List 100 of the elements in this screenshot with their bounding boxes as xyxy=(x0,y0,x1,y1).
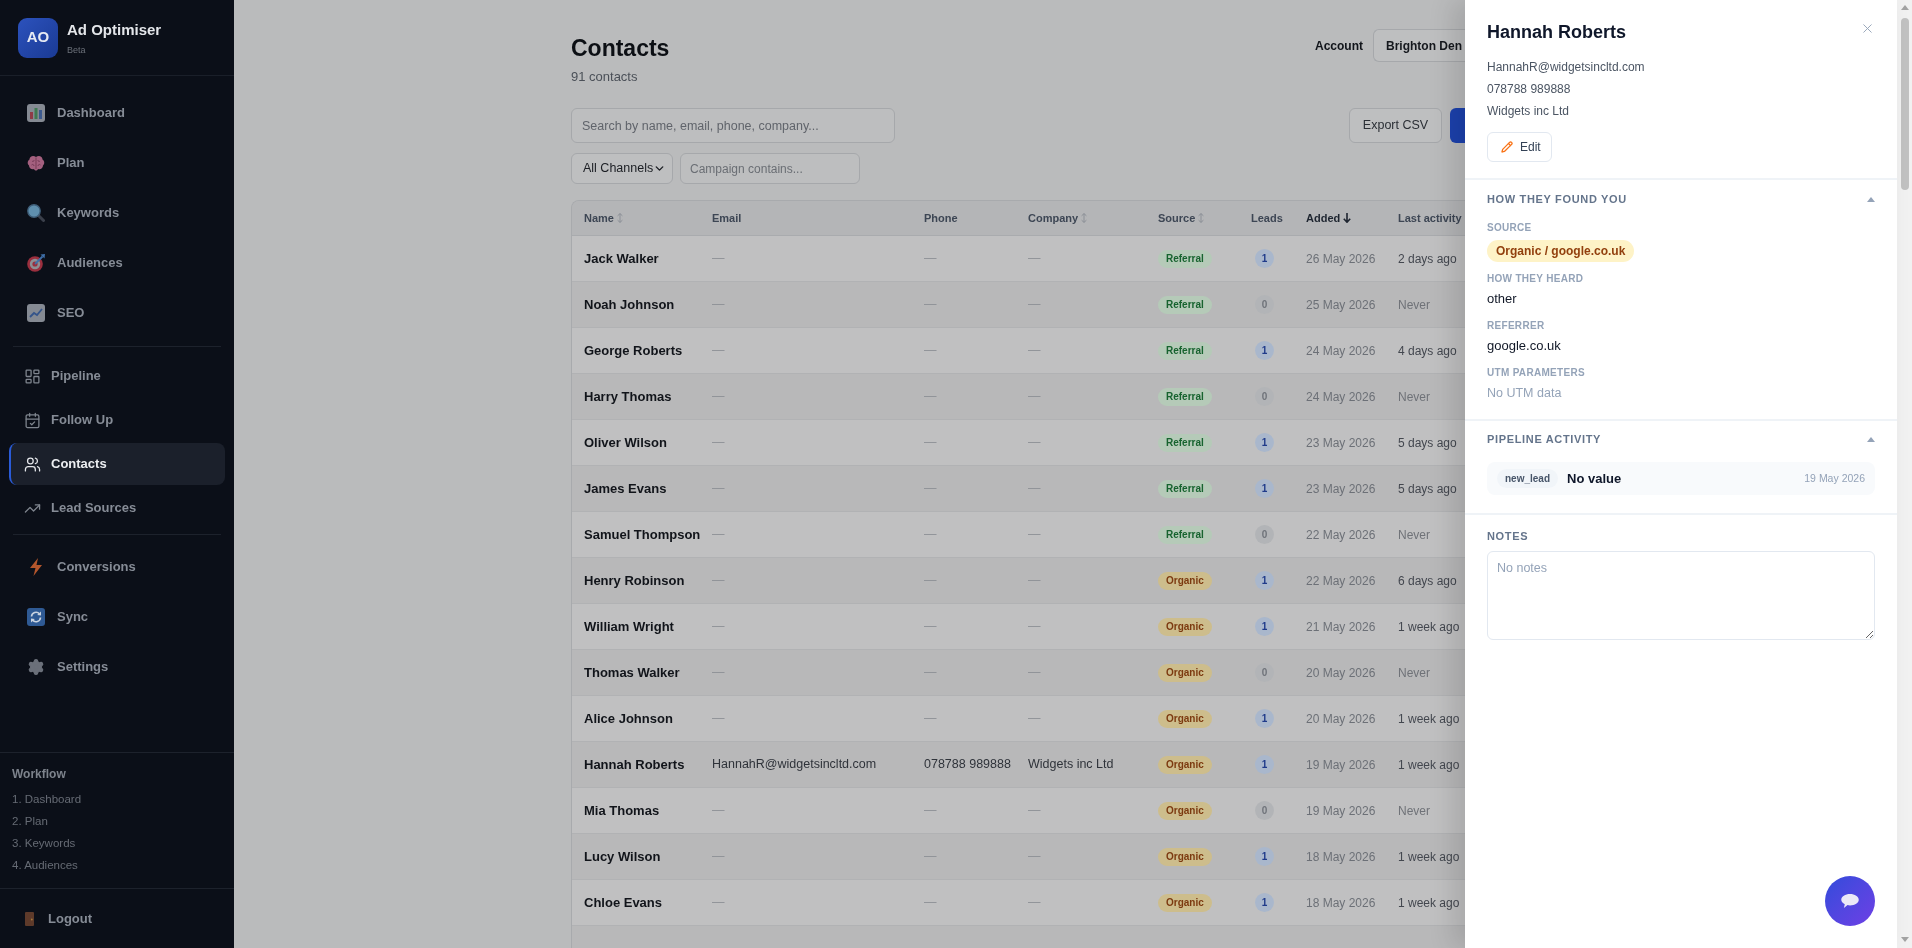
email-cell-text: — xyxy=(712,664,725,682)
phone-cell-text: — xyxy=(924,894,937,912)
table-row[interactable]: Mia Thomas — — — Organic 0 19 May 2026 Never xyxy=(572,788,1465,834)
table-row[interactable]: Oliver Wilson — — — Referral 1 23 May 2026 5 days ago xyxy=(572,420,1465,466)
company-cell-text: — xyxy=(1028,618,1041,636)
added-date: 19 May 2026 xyxy=(1306,802,1376,820)
leads-count: 1 xyxy=(1255,479,1274,498)
phone-cell-text: — xyxy=(924,664,937,682)
column-header[interactable]: Source xyxy=(1158,209,1196,227)
notes-field[interactable]: No notes xyxy=(1487,551,1875,640)
workflow-step: 4. Audiences xyxy=(12,854,78,876)
campaign-field[interactable]: Campaign contains... xyxy=(680,153,860,184)
contact-name: Henry Robinson xyxy=(584,571,685,590)
contact-title: Hannah Roberts xyxy=(1487,21,1627,44)
app-logo: AO xyxy=(18,17,58,58)
logout-button[interactable]: Logout xyxy=(9,898,103,939)
contact-name: Hannah Roberts xyxy=(584,755,685,774)
sort-down-icon[interactable] xyxy=(1343,213,1352,223)
pencil-icon xyxy=(1501,141,1513,153)
scroll-up-icon[interactable] xyxy=(1900,5,1909,10)
phone-cell-text: — xyxy=(924,250,937,268)
partial-button[interactable] xyxy=(1450,108,1465,143)
company-cell-text: Widgets inc Ltd xyxy=(1028,756,1114,774)
scrollbar-thumb[interactable] xyxy=(1900,18,1909,190)
nav-item[interactable]: Settings xyxy=(9,644,225,690)
nav-item[interactable]: Conversions xyxy=(9,544,225,590)
table-row[interactable]: George Roberts — — — Referral 1 24 May 2026 4 days ago xyxy=(572,328,1465,374)
leads-count: 1 xyxy=(1255,433,1274,452)
last-activity: 1 week ago xyxy=(1398,848,1460,866)
field-label: SOURCE xyxy=(1487,221,1532,235)
table-row[interactable]: Samuel Thompson — — — Referral 0 22 May 2026 Never xyxy=(572,512,1465,558)
page-title: Contacts xyxy=(571,34,670,63)
contact-name: George Roberts xyxy=(584,341,683,360)
nav-item[interactable]: Dashboard xyxy=(9,90,225,136)
channel-select[interactable]: All Channels xyxy=(571,153,673,184)
added-date: 23 May 2026 xyxy=(1306,480,1376,498)
brain-icon xyxy=(27,155,45,171)
source-badge: Organic xyxy=(1158,801,1212,820)
added-date: 18 May 2026 xyxy=(1306,848,1376,866)
bar-chart-icon xyxy=(27,104,45,122)
added-date: 26 May 2026 xyxy=(1306,250,1376,268)
leads-count: 0 xyxy=(1255,801,1274,820)
source-badge: Organic xyxy=(1158,617,1212,636)
nav-item[interactable]: Sync xyxy=(9,594,225,640)
close-button[interactable] xyxy=(1860,21,1875,36)
table-row[interactable]: William Wright — — — Organic 1 21 May 2026 1 week ago xyxy=(572,604,1465,650)
phone-cell-text: — xyxy=(924,526,937,544)
contact-name: Samuel Thompson xyxy=(584,525,701,544)
nav-item[interactable]: Lead Sources xyxy=(9,487,225,529)
email-cell-text: — xyxy=(712,894,725,912)
company-cell-text: — xyxy=(1028,894,1041,912)
contact-name: Thomas Walker xyxy=(584,663,680,682)
search-field[interactable]: Search by name, email, phone, company... xyxy=(571,108,895,143)
target-icon xyxy=(27,254,45,272)
section-toggle[interactable]: HOW THEY FOUND YOU xyxy=(1487,191,1875,207)
last-activity: 5 days ago xyxy=(1398,480,1457,498)
column-header[interactable]: Added xyxy=(1306,209,1341,227)
table-row[interactable]: Alice Johnson — — — Organic 1 20 May 2026 1 week ago xyxy=(572,696,1465,742)
added-date: 20 May 2026 xyxy=(1306,710,1376,728)
section-toggle[interactable]: PIPELINE ACTIVITY xyxy=(1487,431,1875,447)
nav-item[interactable]: Plan xyxy=(9,140,225,186)
contact-name: Jack Walker xyxy=(584,249,659,268)
nav-item[interactable]: SEO xyxy=(9,290,225,336)
nav-item[interactable]: Contacts xyxy=(9,443,225,485)
table-row[interactable]: Chloe Evans — — — Organic 1 18 May 2026 1 week ago xyxy=(572,880,1465,926)
scroll-down-icon[interactable] xyxy=(1900,937,1909,942)
nav-item[interactable]: Pipeline xyxy=(9,355,225,397)
sort-icon[interactable] xyxy=(616,213,623,223)
email-cell-text: — xyxy=(712,618,725,636)
source-badge: Organic xyxy=(1158,663,1212,682)
nav-item[interactable]: Keywords xyxy=(9,190,225,236)
app-name: Ad Optimiser xyxy=(67,19,162,40)
phone-cell-text: — xyxy=(924,434,937,452)
email-cell-text: — xyxy=(712,480,725,498)
phone-cell-text: — xyxy=(924,618,937,636)
leads-count: 1 xyxy=(1255,341,1274,360)
column-header[interactable]: Company xyxy=(1028,209,1079,227)
column-header[interactable]: Name xyxy=(584,209,614,227)
sort-icon[interactable] xyxy=(1081,213,1088,223)
chat-button[interactable] xyxy=(1825,876,1875,926)
contact-name: Harry Thomas xyxy=(584,387,672,406)
last-activity: Never xyxy=(1398,388,1430,406)
edit-button[interactable]: Edit xyxy=(1487,132,1552,162)
export-csv-button[interactable]: Export CSV xyxy=(1349,108,1442,143)
source-badge: Referral xyxy=(1158,249,1212,268)
last-activity: 1 week ago xyxy=(1398,894,1460,912)
stage-pill: new_lead xyxy=(1497,469,1559,488)
email-cell-text: — xyxy=(712,296,725,314)
contact-name: James Evans xyxy=(584,479,667,498)
source-badge: Organic xyxy=(1158,847,1212,866)
activity-date: 19 May 2026 xyxy=(1804,470,1865,486)
sort-icon[interactable] xyxy=(1198,213,1205,223)
table-row[interactable]: Jack Walker — — — Referral 1 26 May 2026 2 days ago xyxy=(572,236,1465,282)
contact-detail: 078788 989888 xyxy=(1487,81,1571,98)
nav-item[interactable]: Follow Up xyxy=(9,399,225,441)
account-select[interactable]: Brighton Den xyxy=(1373,29,1465,62)
nav-item[interactable]: Audiences xyxy=(9,240,225,286)
email-cell-text: — xyxy=(712,572,725,590)
workflow-step: 1. Dashboard xyxy=(12,788,82,810)
contact-name: Noah Johnson xyxy=(584,295,675,314)
